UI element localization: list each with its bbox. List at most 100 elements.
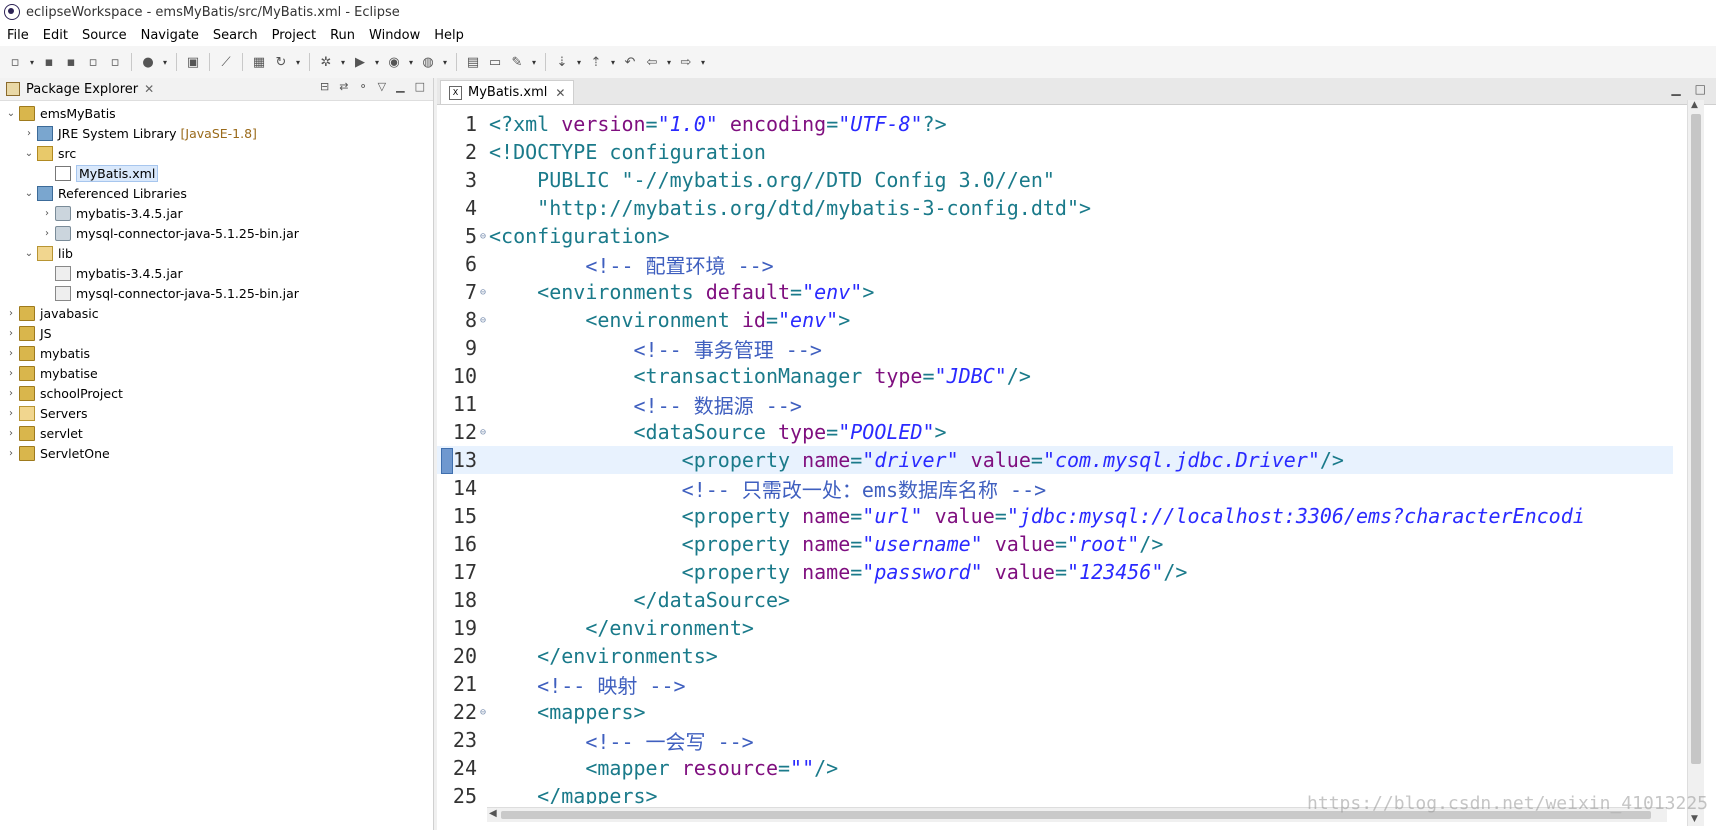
code-line[interactable]: 20 </environments> <box>437 642 1673 670</box>
scroll-up-icon[interactable]: ▲ <box>1691 100 1698 110</box>
menu-help[interactable]: Help <box>427 28 471 43</box>
search-icon[interactable]: ✎ <box>508 53 526 71</box>
run-server-icon[interactable]: ◉ <box>385 53 403 71</box>
pin-icon[interactable]: ⟋ <box>217 53 235 71</box>
chevron-right-icon[interactable]: › <box>4 308 18 319</box>
tree-item[interactable]: › ServletOne <box>0 443 433 463</box>
chevron-right-icon[interactable]: › <box>4 428 18 439</box>
package-explorer-tab[interactable]: Package Explorer ✕ ⊟ ⇄ ⚬ ▽ ▁ □ <box>0 78 433 101</box>
code-line[interactable]: 6 <!-- 配置环境 --> <box>437 250 1673 278</box>
code-line[interactable]: 2 <!DOCTYPE configuration <box>437 138 1673 166</box>
tree-item[interactable]: › mybatis-3.4.5.jar <box>0 203 433 223</box>
maximize-icon[interactable]: □ <box>415 80 425 93</box>
tree-item[interactable]: ⌄ lib <box>0 243 433 263</box>
chevron-right-icon[interactable]: › <box>4 448 18 459</box>
dropdown-icon[interactable]: ▾ <box>575 58 583 67</box>
forward-icon[interactable]: ⇨ <box>677 53 695 71</box>
run-icon[interactable]: ▶ <box>351 53 369 71</box>
console-icon[interactable]: ▣ <box>184 53 202 71</box>
dropdown-icon[interactable]: ▾ <box>373 58 381 67</box>
refresh-icon[interactable]: ↻ <box>272 53 290 71</box>
fold-toggle-icon[interactable]: ⊖ <box>477 707 489 718</box>
chevron-right-icon[interactable]: › <box>40 208 54 219</box>
tree-item[interactable]: › Servers <box>0 403 433 423</box>
tree-item[interactable]: mybatis-3.4.5.jar <box>0 263 433 283</box>
code-line[interactable]: 9 <!-- 事务管理 --> <box>437 334 1673 362</box>
filter-icon[interactable]: ⚬ <box>358 80 367 93</box>
fold-toggle-icon[interactable]: ⊖ <box>477 231 489 242</box>
minimize-icon[interactable]: ▁ <box>1671 82 1680 96</box>
user-icon[interactable]: ● <box>139 53 157 71</box>
chevron-down-icon[interactable]: ⌄ <box>4 108 18 119</box>
dropdown-icon[interactable]: ▾ <box>530 58 538 67</box>
dropdown-icon[interactable]: ▾ <box>294 58 302 67</box>
code-line[interactable]: 5 ⊖ <configuration> <box>437 222 1673 250</box>
last-edit-icon[interactable]: ↶ <box>621 53 639 71</box>
dropdown-icon[interactable]: ▾ <box>161 58 169 67</box>
chevron-right-icon[interactable]: › <box>22 128 36 139</box>
menu-project[interactable]: Project <box>265 28 323 43</box>
print-icon[interactable]: ▫ <box>84 53 102 71</box>
tree-item[interactable]: › JRE System Library [JavaSE-1.8] <box>0 123 433 143</box>
code-line[interactable]: 19 </environment> <box>437 614 1673 642</box>
code-line[interactable]: 3 PUBLIC "-//mybatis.org//DTD Config 3.0… <box>437 166 1673 194</box>
tree-item[interactable]: › servlet <box>0 423 433 443</box>
back-icon[interactable]: ⇦ <box>643 53 661 71</box>
dropdown-icon[interactable]: ▾ <box>441 58 449 67</box>
tree-item[interactable]: mysql-connector-java-5.1.25-bin.jar <box>0 283 433 303</box>
chevron-right-icon[interactable]: › <box>4 328 18 339</box>
menu-run[interactable]: Run <box>323 28 362 43</box>
minimize-icon[interactable]: ▁ <box>396 80 404 93</box>
menu-window[interactable]: Window <box>362 28 427 43</box>
external-tools-icon[interactable]: ◍ <box>419 53 437 71</box>
dropdown-icon[interactable]: ▾ <box>665 58 673 67</box>
code-line[interactable]: 22 ⊖ <mappers> <box>437 698 1673 726</box>
open-type-icon[interactable]: ▤ <box>464 53 482 71</box>
chevron-right-icon[interactable]: › <box>40 228 54 239</box>
chevron-down-icon[interactable]: ⌄ <box>22 248 36 259</box>
fold-toggle-icon[interactable]: ⊖ <box>477 427 489 438</box>
debug-icon[interactable]: ✲ <box>317 53 335 71</box>
tree-item[interactable]: › javabasic <box>0 303 433 323</box>
save-icon[interactable]: ▪ <box>40 53 58 71</box>
new-icon[interactable]: ▫ <box>6 53 24 71</box>
menu-navigate[interactable]: Navigate <box>134 28 206 43</box>
dropdown-icon[interactable]: ▾ <box>28 58 36 67</box>
chevron-right-icon[interactable]: › <box>4 368 18 379</box>
prev-annotation-icon[interactable]: ⇡ <box>587 53 605 71</box>
dropdown-icon[interactable]: ▾ <box>407 58 415 67</box>
code-line[interactable]: 21 <!-- 映射 --> <box>437 670 1673 698</box>
code-line[interactable]: 14 <!-- 只需改一处：ems数据库名称 --> <box>437 474 1673 502</box>
code-line[interactable]: 15 <property name="url" value="jdbc:mysq… <box>437 502 1673 530</box>
code-line[interactable]: 10 <transactionManager type="JDBC"/> <box>437 362 1673 390</box>
code-line[interactable]: 23 <!-- 一会写 --> <box>437 726 1673 754</box>
chevron-down-icon[interactable]: ⌄ <box>22 188 36 199</box>
editor-tab-mybatis-xml[interactable]: X MyBatis.xml ✕ <box>440 80 575 104</box>
scroll-down-icon[interactable]: ▼ <box>1691 814 1698 824</box>
scroll-left-icon[interactable]: ◀ <box>489 808 497 819</box>
chevron-down-icon[interactable]: ⌄ <box>22 148 36 159</box>
chevron-right-icon[interactable]: › <box>4 388 18 399</box>
code-line[interactable]: 13 <property name="driver" value="com.my… <box>437 446 1673 474</box>
fold-toggle-icon[interactable]: ⊖ <box>477 287 489 298</box>
next-annotation-icon[interactable]: ⇣ <box>553 53 571 71</box>
code-line[interactable]: 1 <?xml version="1.0" encoding="UTF-8"?> <box>437 110 1673 138</box>
tree-item[interactable]: ⌄ src <box>0 143 433 163</box>
tree-item[interactable]: MyBatis.xml <box>0 163 433 183</box>
menu-file[interactable]: File <box>0 28 36 43</box>
code-line[interactable]: 12 ⊖ <dataSource type="POOLED"> <box>437 418 1673 446</box>
code-line[interactable]: 7 ⊖ <environments default="env"> <box>437 278 1673 306</box>
tree-item[interactable]: › mysql-connector-java-5.1.25-bin.jar <box>0 223 433 243</box>
code-line[interactable]: 18 </dataSource> <box>437 586 1673 614</box>
code-line[interactable]: 17 <property name="password" value="1234… <box>437 558 1673 586</box>
chevron-right-icon[interactable]: › <box>4 348 18 359</box>
tree-item[interactable]: ⌄ Referenced Libraries <box>0 183 433 203</box>
menu-edit[interactable]: Edit <box>36 28 75 43</box>
maximize-icon[interactable]: □ <box>1695 82 1706 96</box>
tree-item[interactable]: › JS <box>0 323 433 343</box>
menu-search[interactable]: Search <box>206 28 265 43</box>
tree-item[interactable]: › schoolProject <box>0 383 433 403</box>
dropdown-icon[interactable]: ▾ <box>609 58 617 67</box>
fold-toggle-icon[interactable]: ⊖ <box>477 315 489 326</box>
scrollbar-thumb[interactable] <box>1691 114 1701 764</box>
